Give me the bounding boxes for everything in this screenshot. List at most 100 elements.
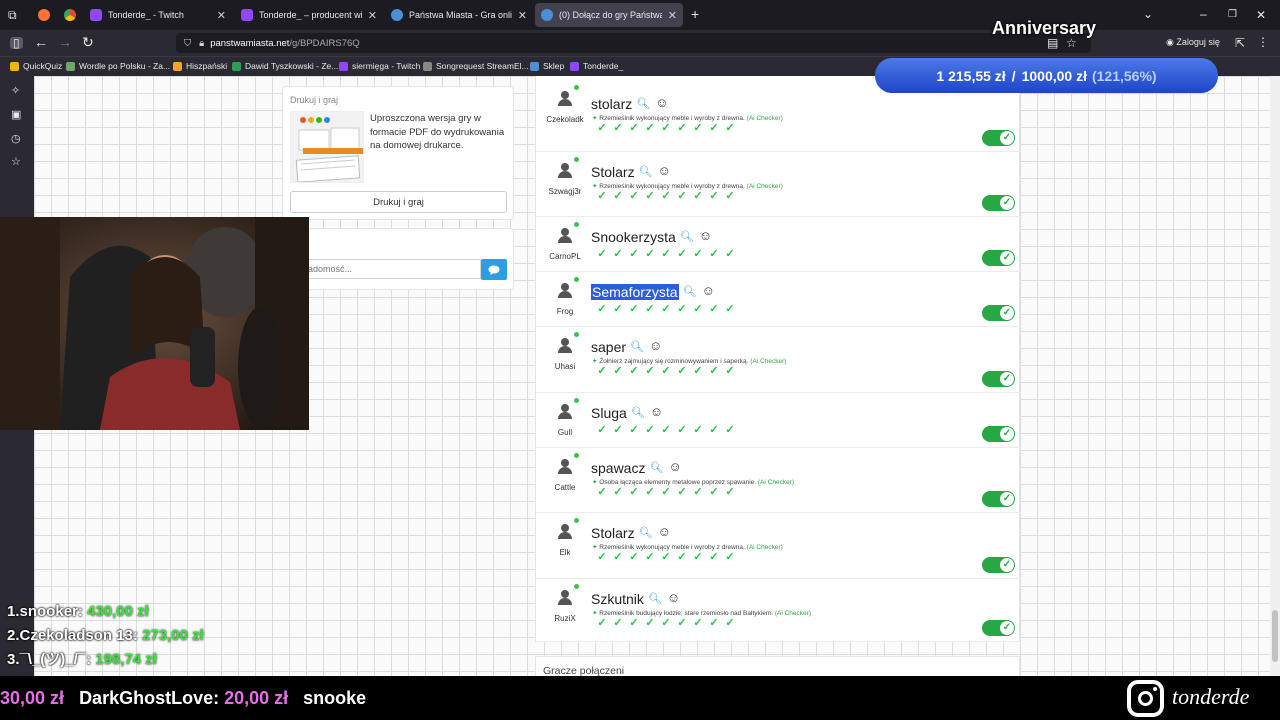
bookmark-item[interactable]: Wordle po Polsku - Za... — [66, 61, 170, 71]
accept-answer-toggle[interactable]: ✓ — [982, 130, 1015, 146]
check-icon: ✓ — [661, 424, 671, 436]
accept-answer-toggle[interactable]: ✓ — [982, 195, 1015, 211]
accept-answer-toggle[interactable]: ✓ — [982, 620, 1015, 636]
chat-panel — [282, 228, 514, 290]
reaction-icon[interactable]: ☺ — [649, 338, 662, 353]
restore-icon[interactable]: ❐ — [1228, 9, 1237, 21]
accept-answer-toggle[interactable]: ✓ — [982, 557, 1015, 573]
bookmark-item[interactable]: Dawid Tyszkowski - Ze... — [232, 61, 338, 71]
player-name: Frog — [556, 307, 574, 316]
close-tab-icon[interactable]: ✕ — [217, 9, 226, 22]
check-icon: ✓ — [661, 486, 671, 498]
close-tab-icon[interactable]: ✕ — [368, 9, 377, 22]
accept-answer-toggle[interactable]: ✓ — [982, 426, 1015, 442]
search-icon[interactable]: 🔍︎ — [639, 526, 653, 539]
bookmark-item[interactable]: QuickQuiz — [10, 61, 62, 71]
search-icon[interactable]: 🔍︎ — [649, 461, 663, 474]
reaction-icon[interactable]: ☺ — [655, 95, 668, 110]
answer-text: stolarz — [591, 96, 633, 112]
bookmark-icon — [423, 61, 432, 71]
check-icon: ✓ — [677, 122, 687, 134]
tab-twitch[interactable]: Tonderde_ - Twitch ✕ — [84, 3, 232, 27]
donation-separator: / — [1011, 67, 1016, 84]
check-icon: ✓ — [645, 303, 655, 315]
sidebar-toggle-icon[interactable]: ▯ — [10, 37, 23, 49]
reaction-icon[interactable]: ☺ — [702, 283, 715, 298]
chat-message-input[interactable] — [301, 259, 481, 279]
check-icon: ✓ — [661, 303, 671, 315]
login-button[interactable]: ◉ Zaloguj się — [1166, 37, 1220, 48]
new-tab-icon[interactable]: + — [691, 7, 699, 21]
page-scrollbar[interactable] — [1270, 76, 1280, 720]
minimize-icon[interactable]: – — [1200, 8, 1207, 20]
scrollbar-thumb[interactable] — [1272, 610, 1278, 662]
vote-checks: ✓ ✓ ✓ ✓ ✓ ✓ ✓ ✓ ✓ — [594, 247, 738, 260]
chat-bubble-icon — [488, 265, 500, 275]
close-tab-icon[interactable]: ✕ — [668, 9, 677, 22]
reaction-icon[interactable]: ☺ — [667, 590, 680, 605]
send-message-button[interactable] — [481, 259, 507, 280]
reaction-icon[interactable]: ☺ — [658, 163, 671, 178]
tab-pinned-2[interactable] — [58, 3, 82, 27]
tab-game-online[interactable]: Państwa Miasta - Gra online ✕ — [385, 3, 533, 27]
check-icon: ✓ — [709, 248, 719, 260]
check-icon: ✓ — [629, 365, 639, 377]
check-icon: ✓ — [613, 551, 623, 563]
tab-overview-icon[interactable]: ⧉ — [8, 9, 17, 21]
forward-icon[interactable]: → — [58, 35, 72, 49]
online-status-dot — [574, 277, 579, 282]
bookmark-item[interactable]: Hiszpański — [173, 61, 227, 71]
extensions-icon[interactable]: ⇱ — [1235, 37, 1245, 49]
accept-answer-toggle[interactable]: ✓ — [982, 371, 1015, 387]
accept-answer-toggle[interactable]: ✓ — [982, 250, 1015, 266]
vote-checks: ✓ ✓ ✓ ✓ ✓ ✓ ✓ ✓ ✓ — [594, 364, 738, 377]
check-icon: ✓ — [725, 122, 735, 134]
bookmark-item[interactable]: Sklep — [530, 61, 564, 71]
reaction-icon[interactable]: ☺ — [658, 524, 671, 539]
search-icon[interactable]: 🔍︎ — [648, 592, 662, 605]
search-icon[interactable]: 🔍︎ — [631, 406, 645, 419]
close-tab-icon[interactable]: ✕ — [518, 9, 527, 22]
history-icon[interactable]: ◷ — [11, 132, 21, 145]
player-avatar-icon — [557, 403, 573, 419]
reaction-icon[interactable]: ☺ — [650, 404, 663, 419]
print-preview-image[interactable] — [290, 111, 364, 183]
check-icon: ✓ — [661, 551, 671, 563]
accept-answer-toggle[interactable]: ✓ — [982, 491, 1015, 507]
anniversary-title: Anniversary — [992, 18, 1097, 38]
ai-checker-tag: (Ai Checker) — [746, 183, 783, 190]
tab-producer[interactable]: Tonderde_ – producent wideo ✕ — [235, 3, 383, 27]
url-bar[interactable]: ⛉ 🔒︎ panstwamiasta.net/g/BPDAIRS76Q — [176, 33, 1091, 53]
donation-current: 1 215,55 zł — [936, 67, 1006, 84]
chrome-icon — [64, 9, 76, 21]
tab-pinned-1[interactable] — [32, 3, 56, 27]
print-description: Uproszczona wersja gry w formacie PDF do… — [370, 113, 505, 151]
bookmarks-icon[interactable]: ☆ — [11, 155, 21, 168]
close-window-icon[interactable]: ✕ — [1256, 9, 1266, 21]
check-icon: ✓ — [613, 303, 623, 315]
bookmark-item[interactable]: Songrequest StreamEl... — [423, 61, 529, 71]
reload-icon[interactable]: ↻ — [82, 35, 94, 49]
search-icon[interactable]: 🔍︎ — [680, 230, 694, 243]
menu-icon[interactable]: ⋮ — [1257, 36, 1269, 48]
print-and-play-button[interactable]: Drukuj i graj — [290, 191, 507, 213]
bookmark-item[interactable]: Tonderde_ — [570, 61, 623, 71]
reaction-icon[interactable]: ☺ — [699, 228, 712, 243]
accept-answer-toggle[interactable]: ✓ — [982, 305, 1015, 321]
list-tabs-icon[interactable]: ⌄ — [1143, 8, 1153, 20]
tab-join-game[interactable]: (0) Dołącz do gry Państwa Miasta ✕ — [535, 3, 683, 27]
ai-chatbot-icon[interactable]: ✧ — [11, 84, 20, 97]
back-icon[interactable]: ← — [34, 35, 48, 49]
check-icon: ✓ — [709, 303, 719, 315]
ai-checker-tag: (Ai Checker) — [746, 115, 783, 122]
synced-tabs-icon[interactable]: ▣ — [11, 108, 21, 121]
search-icon[interactable]: 🔍︎ — [683, 285, 697, 298]
search-icon[interactable]: 🔍︎ — [639, 165, 653, 178]
leaderboard-row: 1.snooker: 430,00 zł — [7, 600, 204, 624]
reaction-icon[interactable]: ☺ — [668, 459, 681, 474]
bookmark-item[interactable]: siermięga - Twitch — [339, 61, 420, 71]
webcam-overlay — [0, 217, 309, 430]
tab-title: Tonderde_ – producent wideo — [259, 10, 362, 20]
search-icon[interactable]: 🔍︎ — [636, 97, 650, 110]
search-icon[interactable]: 🔍︎ — [630, 340, 644, 353]
